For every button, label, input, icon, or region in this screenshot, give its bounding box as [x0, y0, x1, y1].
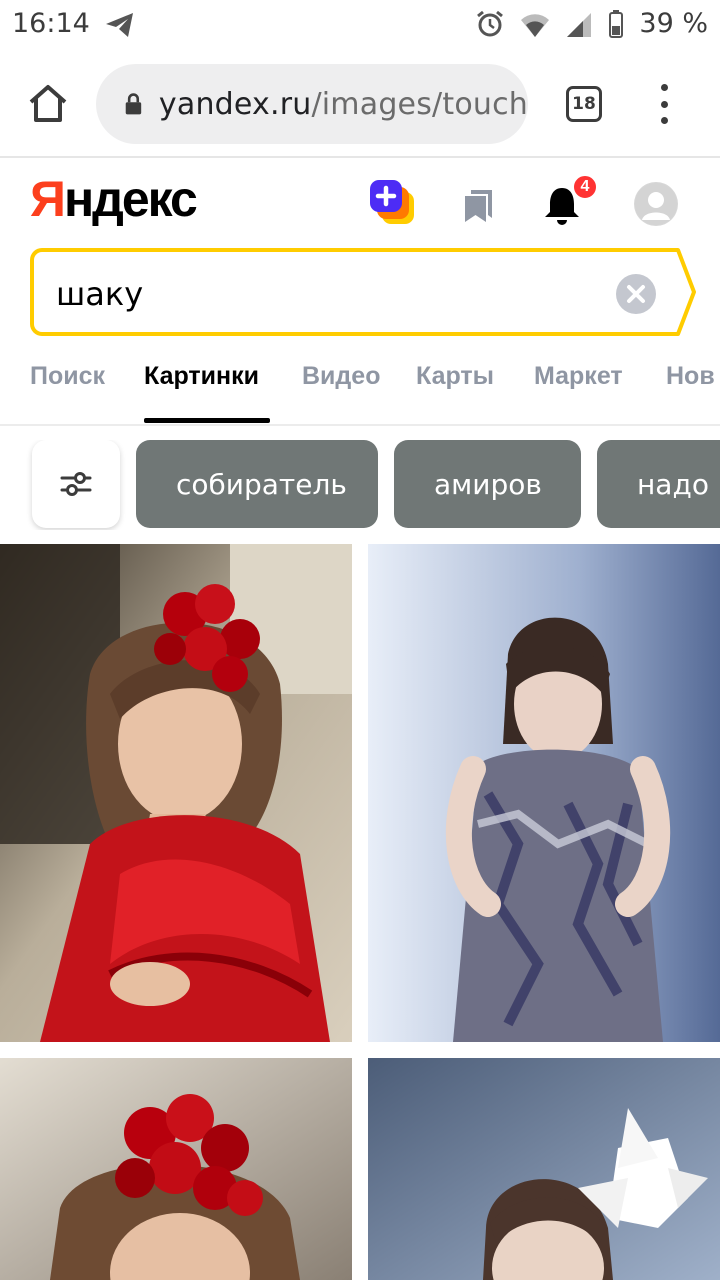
- url-host: yandex.ru: [158, 86, 312, 122]
- close-icon: [627, 285, 645, 303]
- search-input[interactable]: [56, 272, 576, 316]
- browser-toolbar: yandex.ru/images/touch 18: [0, 50, 720, 158]
- tab-video[interactable]: Видео: [302, 362, 380, 391]
- tab-maps[interactable]: Карты: [416, 362, 494, 391]
- image-result[interactable]: [0, 1058, 352, 1280]
- active-tab-indicator: [144, 418, 270, 423]
- lock-icon: [125, 93, 142, 115]
- tab-news[interactable]: Нов: [666, 362, 715, 391]
- telegram-icon: [106, 13, 133, 37]
- url-text: yandex.ru/images/touch: [159, 87, 528, 122]
- search-field[interactable]: [30, 248, 678, 336]
- image-thumbnail: [0, 544, 352, 1042]
- url-path: /images/touch: [311, 86, 528, 122]
- yandex-logo[interactable]: Яндекс: [30, 170, 198, 228]
- address-bar[interactable]: yandex.ru/images/touch: [96, 64, 528, 144]
- image-result[interactable]: [0, 544, 352, 1042]
- battery-icon: [609, 9, 624, 38]
- query-chip[interactable]: собиратель: [136, 440, 378, 528]
- sliders-icon: [60, 472, 92, 496]
- tab-search[interactable]: Поиск: [30, 362, 105, 391]
- query-chip[interactable]: амиров: [394, 440, 581, 528]
- notifications-badge: 4: [572, 174, 598, 200]
- tab-market[interactable]: Маркет: [534, 362, 623, 391]
- filters-button[interactable]: [32, 440, 120, 528]
- tab-switcher-button[interactable]: 18: [566, 86, 602, 122]
- battery-percent: 39 %: [639, 8, 708, 39]
- query-chip[interactable]: надо н: [597, 440, 720, 528]
- alarm-icon: [477, 10, 504, 36]
- status-time: 16:14: [12, 8, 90, 39]
- tab-images[interactable]: Картинки: [144, 362, 259, 391]
- image-thumbnail: [368, 1058, 720, 1280]
- signal-icon: [567, 12, 592, 37]
- image-thumbnail: [368, 544, 720, 1042]
- collections-icon[interactable]: [462, 188, 494, 224]
- image-result[interactable]: [368, 1058, 720, 1280]
- browser-menu-icon[interactable]: [650, 84, 678, 124]
- search-box: [30, 248, 696, 336]
- user-avatar[interactable]: [634, 182, 678, 226]
- status-bar: 16:14 39 %: [0, 0, 720, 50]
- status-icons: 39 %: [475, 8, 708, 39]
- image-thumbnail: [0, 1058, 352, 1280]
- home-icon[interactable]: [24, 80, 72, 128]
- image-result[interactable]: [368, 544, 720, 1042]
- yandex-header: Яндекс 4: [0, 160, 720, 246]
- search-submit-arrow[interactable]: [670, 248, 696, 336]
- user-avatar-icon: [635, 183, 677, 225]
- wifi-icon: [521, 13, 550, 37]
- clear-search-button[interactable]: [616, 274, 656, 314]
- related-queries: собиратель амиров надо н: [0, 440, 720, 530]
- plus-services-icon[interactable]: [370, 180, 416, 226]
- services-tabs: Поиск Картинки Видео Карты Маркет Нов: [0, 352, 720, 426]
